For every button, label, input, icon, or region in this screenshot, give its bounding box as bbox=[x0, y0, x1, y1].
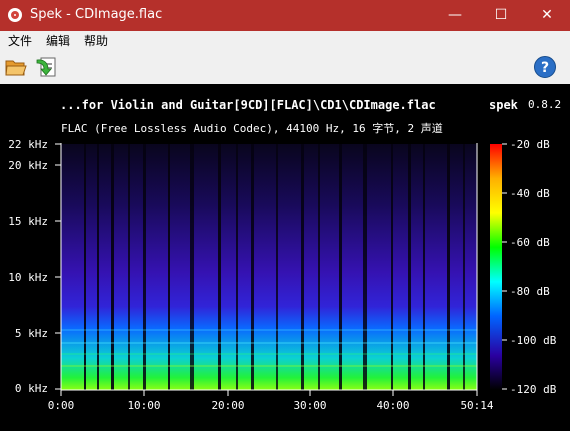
title-bar: Spek - CDImage.flac — ☐ ✕ bbox=[0, 0, 570, 31]
menu-edit[interactable]: 编辑 bbox=[46, 33, 70, 49]
menu-bar: 文件 编辑 帮助 bbox=[0, 31, 570, 51]
folder-open-icon[interactable] bbox=[4, 55, 28, 79]
maximize-button[interactable]: ☐ bbox=[478, 0, 524, 31]
spectrogram-graphics bbox=[55, 143, 507, 396]
spectrogram-panel: ...for Violin and Guitar[9CD][FLAC]\CD1\… bbox=[0, 84, 570, 431]
help-icon[interactable]: ? bbox=[534, 56, 556, 78]
menu-help[interactable]: 帮助 bbox=[84, 33, 108, 49]
toolbar: ? bbox=[0, 51, 570, 85]
close-button[interactable]: ✕ bbox=[524, 0, 570, 31]
minimize-button[interactable]: — bbox=[432, 0, 478, 31]
spek-app-icon bbox=[8, 8, 22, 22]
menu-file[interactable]: 文件 bbox=[8, 33, 32, 49]
spek-window: Spek - CDImage.flac — ☐ ✕ 文件 编辑 帮助 ? ...… bbox=[0, 0, 570, 431]
save-image-icon[interactable] bbox=[34, 55, 58, 79]
window-title: Spek - CDImage.flac bbox=[30, 7, 163, 22]
db-color-scale bbox=[490, 144, 502, 390]
